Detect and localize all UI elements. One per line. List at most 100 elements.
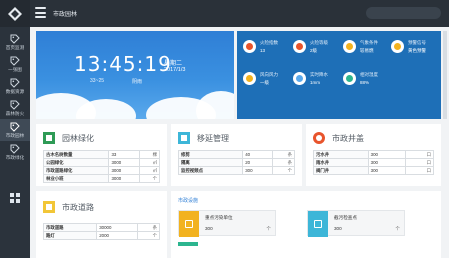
humidity-icon <box>343 72 356 85</box>
table-cell: 300 <box>242 166 273 175</box>
card-facilities: 市政设施 重点污染单位 300 个 截污检查点 300 个 <box>171 191 441 258</box>
weather-item-name: 火险等级 <box>310 40 328 45</box>
grid-icon[interactable] <box>10 193 20 203</box>
facility-item-checkpoint[interactable]: 截污检查点 300 个 <box>307 210 405 237</box>
table-cell: 3000 <box>108 166 141 175</box>
weather-item-rain: 实时降水 1mm <box>293 69 339 93</box>
card-repair: 移延管理 修剪 40 条 隔离 20 条 监控视频点 300 个 <box>171 124 302 186</box>
cloud-decoration <box>196 91 234 119</box>
table-cell: 条 <box>136 223 161 232</box>
app-window: 市政园林 首页监测 一张图 数据资源 森林防火 市政园林 市政绿化 13:45:… <box>0 0 449 258</box>
vertical-scrollbar[interactable] <box>443 31 447 119</box>
table-cell: 条 <box>271 158 296 167</box>
weekday-label: 星期二 <box>164 61 183 67</box>
table-cell: 市政道路 <box>42 223 98 232</box>
weather-item-value: 黄色预警 <box>408 48 426 53</box>
sidebar-item-data[interactable]: 数据资源 <box>0 75 30 97</box>
sidebar-item-label: 市政绿化 <box>5 155 25 160</box>
table-cell: 口 <box>404 166 435 175</box>
table-cell: 条 <box>271 150 296 159</box>
table-cell: 2000 <box>96 231 138 240</box>
table-cell: 个 <box>136 231 161 240</box>
table-row: 古木名树数量 33 棵 <box>42 150 160 159</box>
table-cell: 监控视频点 <box>177 166 244 175</box>
table-cell: 20 <box>242 158 273 167</box>
card-wells: 市政井盖 污水井 300 口 雨水井 300 口 阀门井 300 口 <box>306 124 441 186</box>
table-row: 隔离 20 条 <box>177 158 296 167</box>
weather-item-value: 88% <box>360 80 370 85</box>
pie-icon <box>313 132 325 144</box>
tag-icon <box>10 122 20 132</box>
card-title: 移延管理 <box>197 134 229 143</box>
weather-condition-label: 阴雨 <box>132 79 143 85</box>
table-cell: 口 <box>404 158 435 167</box>
user-menu[interactable] <box>366 7 441 19</box>
table-cell: 个 <box>139 174 160 183</box>
table-cell: 污水井 <box>313 150 369 159</box>
fire-icon <box>293 40 306 53</box>
weather-item-value: 一级 <box>260 80 269 85</box>
image-icon <box>178 132 190 144</box>
app-title: 市政园林 <box>53 12 78 18</box>
sidebar: 首页监测 一张图 数据资源 森林防火 市政园林 市政绿化 <box>0 27 30 258</box>
table-cell: 市政道路绿化 <box>42 166 110 175</box>
clock-time: 13:45:19 <box>74 52 172 76</box>
table-row: 雨水井 300 口 <box>313 158 435 167</box>
table-cell: 棵 <box>139 150 160 159</box>
facility-item-pollution[interactable]: 重点污染单位 300 个 <box>178 210 276 237</box>
repair-table: 修剪 40 条 隔离 20 条 监控视频点 300 个 <box>177 150 296 175</box>
weather-item-name: 风向风力 <box>260 72 278 77</box>
warning-icon <box>391 40 404 53</box>
table-cell: 阀门井 <box>313 166 369 175</box>
temperature-label: 33~25 <box>90 78 105 84</box>
card-title: 园林绿化 <box>62 134 94 143</box>
tag-icon <box>10 34 20 44</box>
table-cell: 300 <box>367 150 406 159</box>
weather-item-fire-index: 火险指数 13 <box>243 37 289 61</box>
roads-table: 市政道路 30000 条 路灯 2000 个 <box>42 223 161 240</box>
sidebar-item-greening[interactable]: 市政绿化 <box>0 141 30 163</box>
weather-item-warning: 预警信号 黄色预警 <box>391 37 437 61</box>
weather-panel: 火险指数 13 火险等级 2级 气象条件 较易燃 预警信号 黄色预警 风向风力 <box>237 31 441 119</box>
road-icon <box>43 201 55 213</box>
facility-value: 300 <box>334 226 342 231</box>
cup-icon <box>308 211 328 237</box>
sidebar-item-label: 一张图 <box>8 67 22 72</box>
table-cell: 口 <box>404 150 435 159</box>
table-cell: 雨水井 <box>313 158 369 167</box>
table-cell: 3000 <box>108 174 141 183</box>
sidebar-item-label: 森林防火 <box>5 111 25 116</box>
weather-item-value: 1mm <box>310 80 320 85</box>
sidebar-item-garden[interactable]: 市政园林 <box>0 119 30 141</box>
main-content: 13:45:19 星期二 2017/1/3 33~25 阴雨 火险指数 13 火… <box>30 27 449 258</box>
sidebar-item-label: 首页监测 <box>5 45 25 50</box>
table-row: 监控视频点 300 个 <box>177 166 296 175</box>
app-logo[interactable] <box>0 0 30 27</box>
weather-icon <box>343 40 356 53</box>
table-row: 市政道路 30000 条 <box>42 223 161 232</box>
table-cell: 林业小班 <box>42 174 110 183</box>
weather-item-name: 相对湿度 <box>360 72 378 77</box>
table-row: 市政道路绿化 3000 ㎡ <box>42 166 160 175</box>
top-bar: 市政园林 <box>0 0 449 27</box>
facility-unit: 个 <box>395 226 400 231</box>
table-cell: 个 <box>271 166 296 175</box>
date-label: 2017/1/3 <box>164 67 186 73</box>
sidebar-item-home[interactable]: 首页监测 <box>0 31 30 53</box>
table-cell: 300 <box>367 166 406 175</box>
weather-item-conditions: 气象条件 较易燃 <box>343 37 389 61</box>
sidebar-item-map[interactable]: 一张图 <box>0 53 30 75</box>
logo-icon <box>8 6 22 21</box>
facility-item-partial <box>178 242 198 246</box>
table-cell: 33 <box>108 150 141 159</box>
sidebar-item-label: 数据资源 <box>5 89 25 94</box>
weather-item-name: 火险指数 <box>260 40 278 45</box>
menu-toggle-icon[interactable] <box>35 7 46 18</box>
weather-item-humidity: 相对湿度 88% <box>343 69 389 93</box>
wells-table: 污水井 300 口 雨水井 300 口 阀门井 300 口 <box>313 150 435 175</box>
facilities-title[interactable]: 市政设施 <box>178 197 198 204</box>
weather-item-value: 2级 <box>310 48 318 53</box>
sidebar-item-forest-fire[interactable]: 森林防火 <box>0 97 30 119</box>
facility-value: 300 <box>205 226 213 231</box>
building-icon <box>179 211 199 237</box>
